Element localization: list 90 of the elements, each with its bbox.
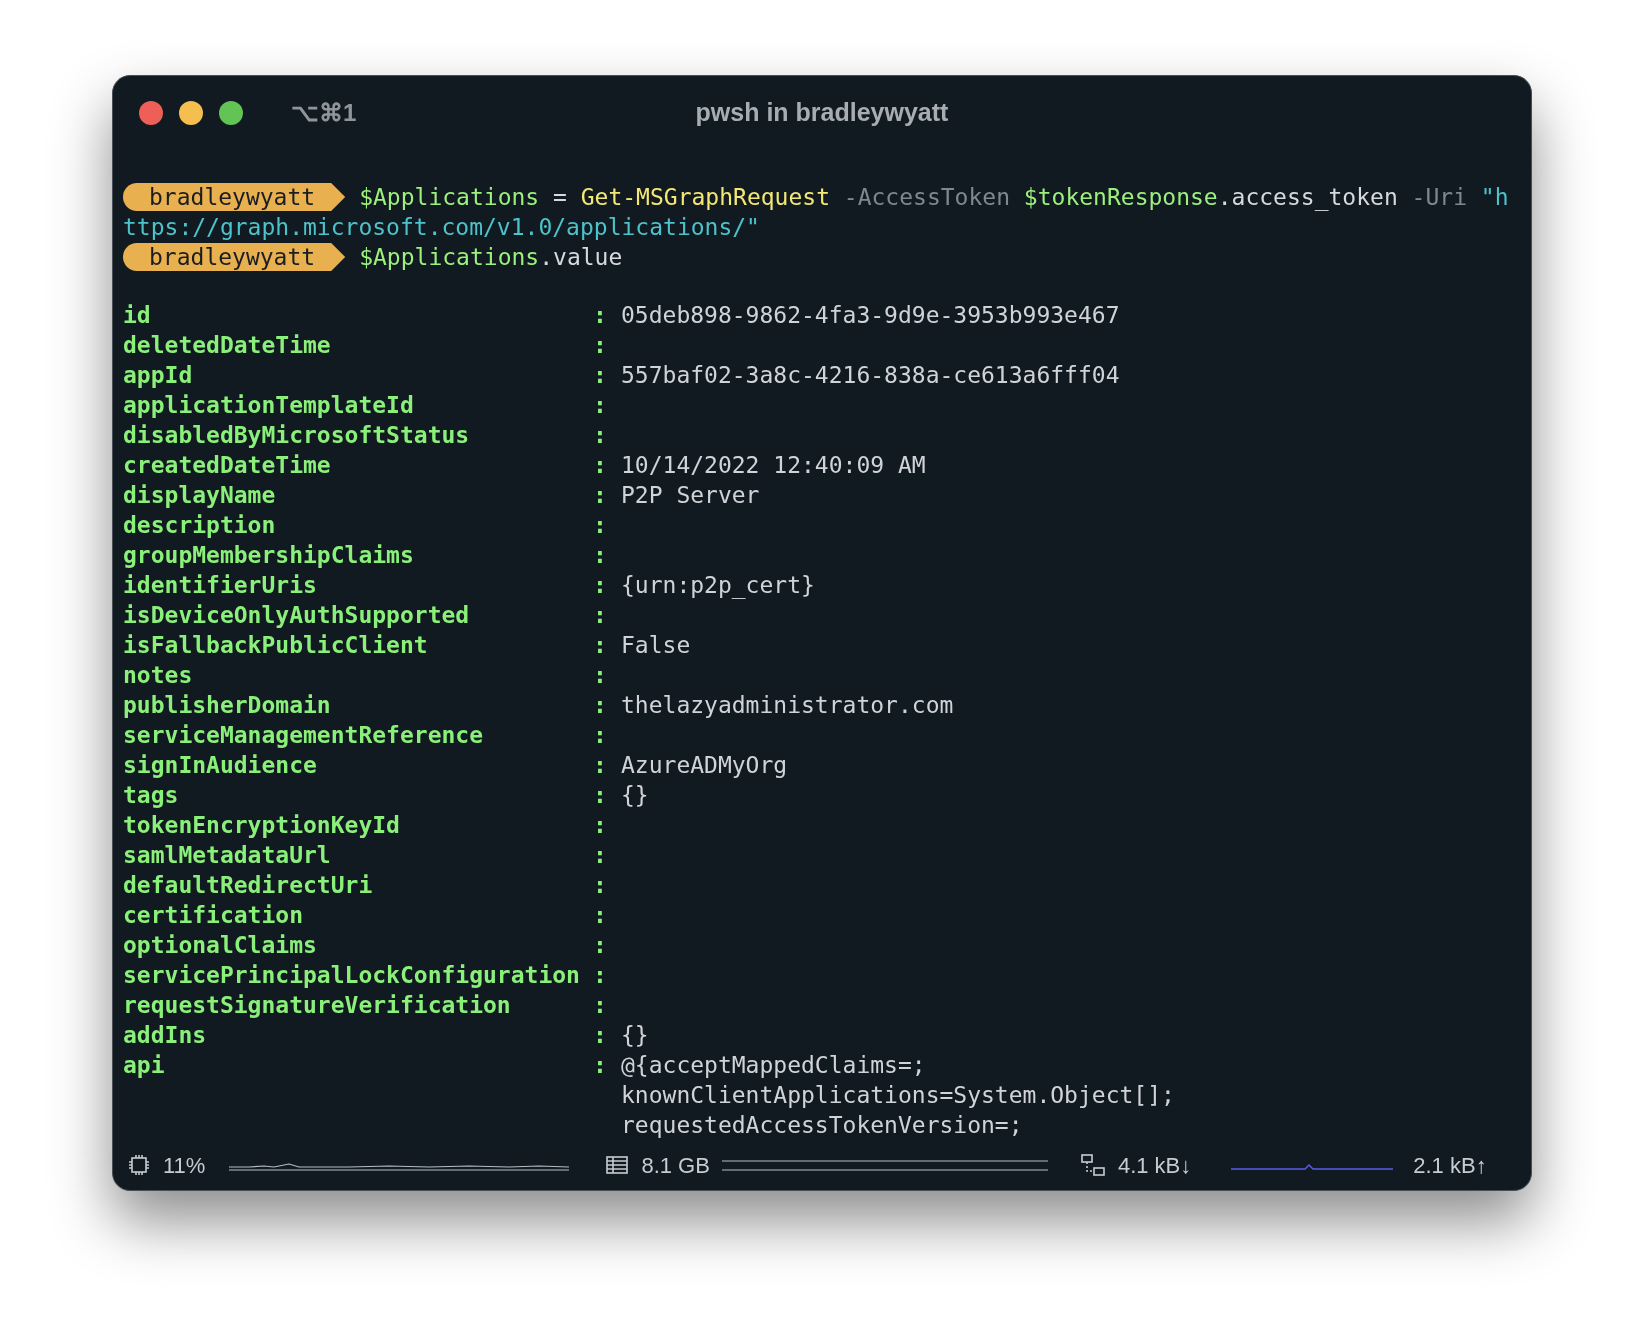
property-name: signInAudience bbox=[123, 751, 318, 780]
separator: : bbox=[593, 781, 607, 810]
command-text: .value bbox=[539, 243, 623, 272]
separator: : bbox=[593, 571, 607, 600]
property-value: P2P Server bbox=[621, 481, 760, 510]
separator: : bbox=[593, 481, 607, 510]
separator: : bbox=[593, 601, 607, 630]
separator: : bbox=[593, 931, 607, 960]
property-name: displayName bbox=[123, 481, 277, 510]
property-name: id bbox=[123, 301, 152, 330]
separator: : bbox=[593, 811, 607, 840]
property-value: AzureADMyOrg bbox=[621, 751, 788, 780]
property-name: defaultRedirectUri bbox=[123, 871, 374, 900]
property-value: thelazyadministrator.com bbox=[621, 691, 954, 720]
property-value: {urn:p2p_cert} bbox=[621, 571, 815, 600]
variable-name: $Applications bbox=[359, 243, 540, 272]
property-name: groupMembershipClaims bbox=[123, 541, 415, 570]
property-value: 05deb898-9862-4fa3-9d9e-3953b993e467 bbox=[621, 301, 1120, 330]
string-literal: ttps://graph.microsoft.com/v1.0/applications/" bbox=[123, 213, 760, 242]
property-value: 557baf02-3a8c-4216-838a-ce613a6fff04 bbox=[621, 361, 1120, 390]
separator: : bbox=[593, 661, 607, 690]
property-value: {} bbox=[621, 781, 649, 810]
separator: : bbox=[593, 541, 607, 570]
property-name: certification bbox=[123, 901, 304, 930]
property-name: api bbox=[123, 1051, 166, 1080]
property-name: isDeviceOnlyAuthSupported bbox=[123, 601, 471, 630]
parameter-name: -Uri bbox=[1410, 183, 1468, 212]
separator: : bbox=[593, 421, 607, 450]
cpu-usage: 11% bbox=[163, 1151, 206, 1180]
property-value: False bbox=[621, 631, 691, 660]
separator: : bbox=[593, 721, 607, 750]
separator: : bbox=[593, 361, 607, 390]
string-literal: "h bbox=[1480, 183, 1509, 212]
property-name: requestSignatureVerification bbox=[123, 991, 512, 1020]
property-value: @{acceptMappedClaims=; bbox=[621, 1051, 926, 1080]
separator: : bbox=[593, 901, 607, 930]
prompt-badge: bradleywyatt bbox=[123, 183, 346, 211]
property-value: requestedAccessTokenVersion=; bbox=[621, 1111, 1023, 1140]
close-button[interactable] bbox=[139, 101, 163, 125]
prompt-badge: bradleywyatt bbox=[123, 243, 346, 271]
separator: : bbox=[593, 691, 607, 720]
separator: : bbox=[593, 841, 607, 870]
property-name: deletedDateTime bbox=[123, 331, 332, 360]
cpu-icon bbox=[127, 1153, 151, 1177]
upload-rate: 2.1 kB↑ bbox=[1413, 1151, 1487, 1180]
download-rate: 4.1 kB↓ bbox=[1117, 1151, 1192, 1180]
separator: : bbox=[593, 331, 607, 360]
property-value: knownClientApplications=System.Object[]; bbox=[621, 1081, 1175, 1110]
property-name: createdDateTime bbox=[123, 451, 332, 480]
separator: : bbox=[593, 511, 607, 540]
property-value: {} bbox=[621, 1021, 649, 1050]
property-value: 10/14/2022 12:40:09 AM bbox=[621, 451, 926, 480]
command-text: = bbox=[552, 183, 568, 212]
variable-name: $Applications bbox=[359, 183, 540, 212]
property-name: samlMetadataUrl bbox=[123, 841, 332, 870]
property-name: publisherDomain bbox=[123, 691, 332, 720]
separator: : bbox=[593, 391, 607, 420]
property-name: servicePrincipalLockConfiguration bbox=[123, 961, 581, 990]
variable-name: $tokenResponse bbox=[1023, 183, 1218, 212]
property-name: appId bbox=[123, 361, 194, 390]
network-icon bbox=[1079, 1153, 1106, 1177]
memory-icon bbox=[605, 1155, 630, 1175]
property-name: tags bbox=[123, 781, 180, 810]
memory-usage: 8.1 GB bbox=[641, 1151, 710, 1180]
command-text: .access_token bbox=[1217, 183, 1398, 212]
separator: : bbox=[593, 871, 607, 900]
property-name: applicationTemplateId bbox=[123, 391, 415, 420]
tab-shortcut: ⌥⌘1 bbox=[291, 98, 357, 128]
parameter-name: -AccessToken bbox=[842, 183, 1011, 212]
property-name: serviceManagementReference bbox=[123, 721, 485, 750]
property-name: notes bbox=[123, 661, 194, 690]
property-name: addIns bbox=[123, 1021, 208, 1050]
minimize-button[interactable] bbox=[179, 101, 203, 125]
separator: : bbox=[593, 631, 607, 660]
separator: : bbox=[593, 301, 607, 330]
zoom-button[interactable] bbox=[219, 101, 243, 125]
separator: : bbox=[593, 961, 607, 990]
property-name: identifierUris bbox=[123, 571, 318, 600]
property-name: optionalClaims bbox=[123, 931, 318, 960]
property-name: tokenEncryptionKeyId bbox=[123, 811, 401, 840]
separator: : bbox=[593, 991, 607, 1020]
property-name: disabledByMicrosoftStatus bbox=[123, 421, 471, 450]
separator: : bbox=[593, 451, 607, 480]
separator: : bbox=[593, 1051, 607, 1080]
command-name: Get-MSGraphRequest bbox=[580, 183, 830, 212]
separator: : bbox=[593, 751, 607, 780]
window-title: pwsh in bradleywyatt bbox=[695, 97, 949, 129]
separator: : bbox=[593, 1021, 607, 1050]
property-name: isFallbackPublicClient bbox=[123, 631, 429, 660]
property-name: description bbox=[123, 511, 277, 540]
